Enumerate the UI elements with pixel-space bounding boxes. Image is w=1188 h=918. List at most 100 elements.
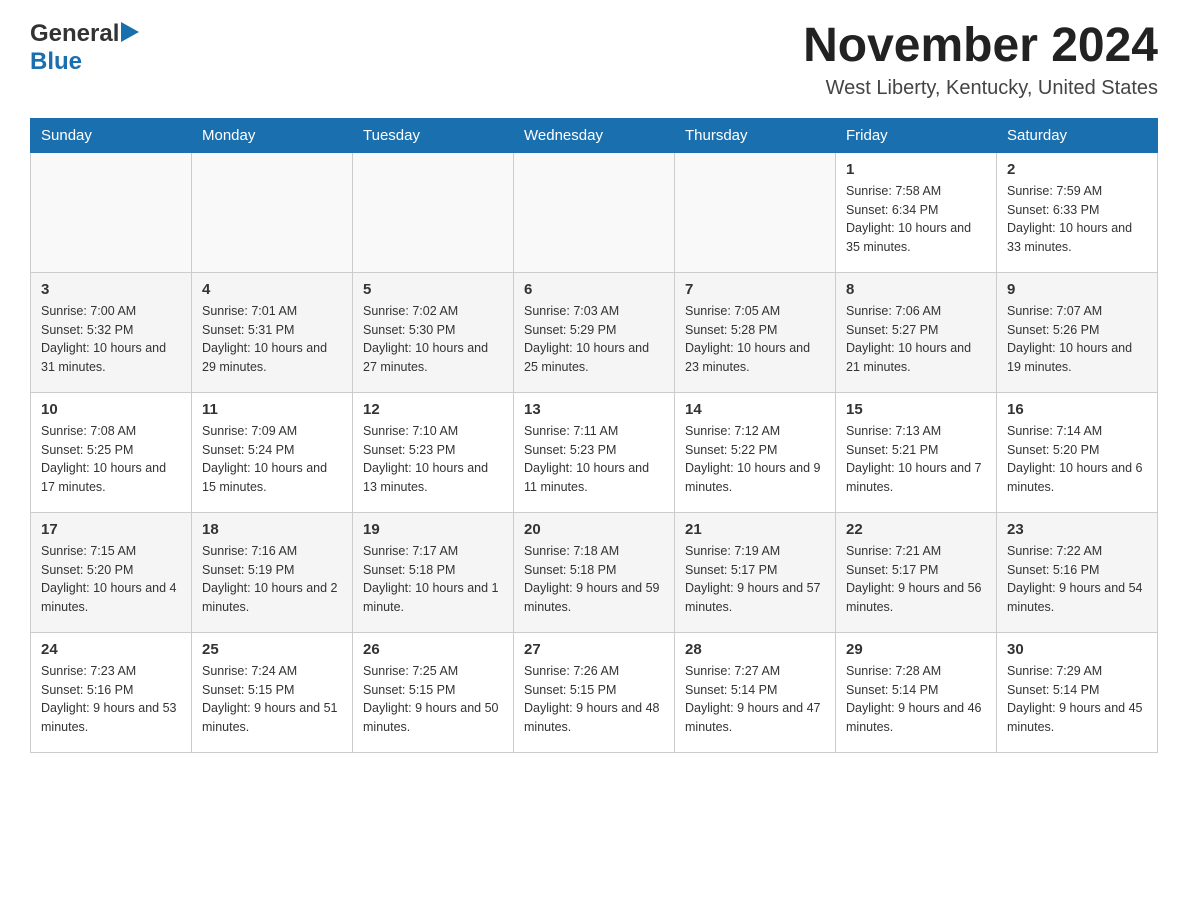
day-info: Sunrise: 7:09 AM Sunset: 5:24 PM Dayligh…	[202, 422, 342, 497]
day-info: Sunrise: 7:18 AM Sunset: 5:18 PM Dayligh…	[524, 542, 664, 617]
calendar-header: SundayMondayTuesdayWednesdayThursdayFrid…	[31, 118, 1158, 152]
header-day-sunday: Sunday	[31, 118, 192, 152]
table-row: 18Sunrise: 7:16 AM Sunset: 5:19 PM Dayli…	[192, 512, 353, 632]
day-number: 8	[846, 281, 986, 298]
calendar-week-1: 1 Sunrise: 7:58 AM Sunset: 6:34 PM Daylig…	[31, 152, 1158, 272]
table-row: 14 Sunrise: 7:12 AM Sunset: 5:22 PM Dayli…	[675, 392, 836, 512]
page-subtitle: West Liberty, Kentucky, United States	[803, 77, 1158, 100]
header-day-saturday: Saturday	[997, 118, 1158, 152]
header-day-friday: Friday	[836, 118, 997, 152]
day-number: 25	[202, 641, 342, 658]
table-row: 13 Sunrise: 7:11 AM Sunset: 5:23 PM Dayli…	[514, 392, 675, 512]
header-day-monday: Monday	[192, 118, 353, 152]
day-number: 20	[524, 521, 664, 538]
day-info: Sunrise: 7:05 AM Sunset: 5:28 PM Dayligh…	[685, 302, 825, 377]
day-number: 17	[41, 521, 181, 538]
day-number: 6	[524, 281, 664, 298]
day-info: Sunrise: 7:08 AM Sunset: 5:25 PM Dayligh…	[41, 422, 181, 497]
table-row: 1 Sunrise: 7:58 AM Sunset: 6:34 PM Daylig…	[836, 152, 997, 272]
header-day-thursday: Thursday	[675, 118, 836, 152]
day-number: 21	[685, 521, 825, 538]
day-info: Sunrise: 7:03 AM Sunset: 5:29 PM Dayligh…	[524, 302, 664, 377]
table-row: 21 Sunrise: 7:19 AM Sunset: 5:17 PM Dayli…	[675, 512, 836, 632]
day-info: Sunrise: 7:26 AM Sunset: 5:15 PM Dayligh…	[524, 662, 664, 737]
day-info: Sunrise: 7:06 AM Sunset: 5:27 PM Dayligh…	[846, 302, 986, 377]
table-row: 24 Sunrise: 7:23 AM Sunset: 5:16 PM Dayli…	[31, 632, 192, 752]
table-row	[192, 152, 353, 272]
table-row: 9Sunrise: 7:07 AM Sunset: 5:26 PM Daylig…	[997, 272, 1158, 392]
day-info: Sunrise: 7:07 AM Sunset: 5:26 PM Dayligh…	[1007, 302, 1147, 377]
day-number: 16	[1007, 401, 1147, 418]
day-info: Sunrise: 7:19 AM Sunset: 5:17 PM Dayligh…	[685, 542, 825, 617]
day-number: 15	[846, 401, 986, 418]
day-info: Sunrise: 7:23 AM Sunset: 5:16 PM Dayligh…	[41, 662, 181, 737]
day-info: Sunrise: 7:22 AM Sunset: 5:16 PM Dayligh…	[1007, 542, 1147, 617]
day-info: Sunrise: 7:01 AM Sunset: 5:31 PM Dayligh…	[202, 302, 342, 377]
table-row: 10 Sunrise: 7:08 AM Sunset: 5:25 PM Dayli…	[31, 392, 192, 512]
calendar-week-3: 10 Sunrise: 7:08 AM Sunset: 5:25 PM Dayli…	[31, 392, 1158, 512]
day-info: Sunrise: 7:29 AM Sunset: 5:14 PM Dayligh…	[1007, 662, 1147, 737]
table-row: 25Sunrise: 7:24 AM Sunset: 5:15 PM Dayli…	[192, 632, 353, 752]
day-info: Sunrise: 7:12 AM Sunset: 5:22 PM Dayligh…	[685, 422, 825, 497]
day-info: Sunrise: 7:00 AM Sunset: 5:32 PM Dayligh…	[41, 302, 181, 377]
table-row: 19 Sunrise: 7:17 AM Sunset: 5:18 PM Dayli…	[353, 512, 514, 632]
day-number: 13	[524, 401, 664, 418]
title-block: November 2024 West Liberty, Kentucky, Un…	[803, 20, 1158, 100]
table-row: 3 Sunrise: 7:00 AM Sunset: 5:32 PM Daylig…	[31, 272, 192, 392]
header-day-tuesday: Tuesday	[353, 118, 514, 152]
table-row: 2 Sunrise: 7:59 AM Sunset: 6:33 PM Daylig…	[997, 152, 1158, 272]
header-day-wednesday: Wednesday	[514, 118, 675, 152]
day-number: 29	[846, 641, 986, 658]
day-number: 19	[363, 521, 503, 538]
days-header-row: SundayMondayTuesdayWednesdayThursdayFrid…	[31, 118, 1158, 152]
table-row: 5Sunrise: 7:02 AM Sunset: 5:30 PM Daylig…	[353, 272, 514, 392]
table-row: 26 Sunrise: 7:25 AM Sunset: 5:15 PM Dayli…	[353, 632, 514, 752]
day-info: Sunrise: 7:13 AM Sunset: 5:21 PM Dayligh…	[846, 422, 986, 497]
day-number: 18	[202, 521, 342, 538]
day-number: 14	[685, 401, 825, 418]
day-number: 1	[846, 161, 986, 178]
day-info: Sunrise: 7:59 AM Sunset: 6:33 PM Dayligh…	[1007, 182, 1147, 257]
page-header: General Blue November 2024 West Liberty,…	[30, 20, 1158, 100]
table-row: 27Sunrise: 7:26 AM Sunset: 5:15 PM Dayli…	[514, 632, 675, 752]
day-info: Sunrise: 7:11 AM Sunset: 5:23 PM Dayligh…	[524, 422, 664, 497]
table-row	[353, 152, 514, 272]
day-number: 30	[1007, 641, 1147, 658]
calendar-week-5: 24 Sunrise: 7:23 AM Sunset: 5:16 PM Dayli…	[31, 632, 1158, 752]
day-info: Sunrise: 7:02 AM Sunset: 5:30 PM Dayligh…	[363, 302, 503, 377]
table-row: 23 Sunrise: 7:22 AM Sunset: 5:16 PM Dayli…	[997, 512, 1158, 632]
day-number: 7	[685, 281, 825, 298]
day-info: Sunrise: 7:25 AM Sunset: 5:15 PM Dayligh…	[363, 662, 503, 737]
table-row: 15 Sunrise: 7:13 AM Sunset: 5:21 PM Dayli…	[836, 392, 997, 512]
table-row: 28Sunrise: 7:27 AM Sunset: 5:14 PM Dayli…	[675, 632, 836, 752]
logo-blue-text: Blue	[30, 48, 82, 75]
day-info: Sunrise: 7:15 AM Sunset: 5:20 PM Dayligh…	[41, 542, 181, 617]
day-info: Sunrise: 7:27 AM Sunset: 5:14 PM Dayligh…	[685, 662, 825, 737]
table-row: 22Sunrise: 7:21 AM Sunset: 5:17 PM Dayli…	[836, 512, 997, 632]
table-row	[514, 152, 675, 272]
day-number: 10	[41, 401, 181, 418]
table-row: 12 Sunrise: 7:10 AM Sunset: 5:23 PM Dayli…	[353, 392, 514, 512]
logo-general-text: General	[30, 20, 119, 48]
table-row: 4 Sunrise: 7:01 AM Sunset: 5:31 PM Daylig…	[192, 272, 353, 392]
day-info: Sunrise: 7:28 AM Sunset: 5:14 PM Dayligh…	[846, 662, 986, 737]
table-row	[31, 152, 192, 272]
table-row: 17 Sunrise: 7:15 AM Sunset: 5:20 PM Dayli…	[31, 512, 192, 632]
day-number: 4	[202, 281, 342, 298]
day-number: 24	[41, 641, 181, 658]
day-info: Sunrise: 7:10 AM Sunset: 5:23 PM Dayligh…	[363, 422, 503, 497]
day-info: Sunrise: 7:14 AM Sunset: 5:20 PM Dayligh…	[1007, 422, 1147, 497]
calendar-body: 1 Sunrise: 7:58 AM Sunset: 6:34 PM Daylig…	[31, 152, 1158, 752]
day-info: Sunrise: 7:58 AM Sunset: 6:34 PM Dayligh…	[846, 182, 986, 257]
day-number: 3	[41, 281, 181, 298]
table-row: 6 Sunrise: 7:03 AM Sunset: 5:29 PM Daylig…	[514, 272, 675, 392]
day-info: Sunrise: 7:17 AM Sunset: 5:18 PM Dayligh…	[363, 542, 503, 617]
day-number: 22	[846, 521, 986, 538]
day-number: 23	[1007, 521, 1147, 538]
day-number: 2	[1007, 161, 1147, 178]
day-number: 26	[363, 641, 503, 658]
logo-arrow-icon	[121, 22, 139, 47]
logo: General Blue	[30, 20, 139, 76]
calendar-week-4: 17 Sunrise: 7:15 AM Sunset: 5:20 PM Dayli…	[31, 512, 1158, 632]
day-number: 12	[363, 401, 503, 418]
